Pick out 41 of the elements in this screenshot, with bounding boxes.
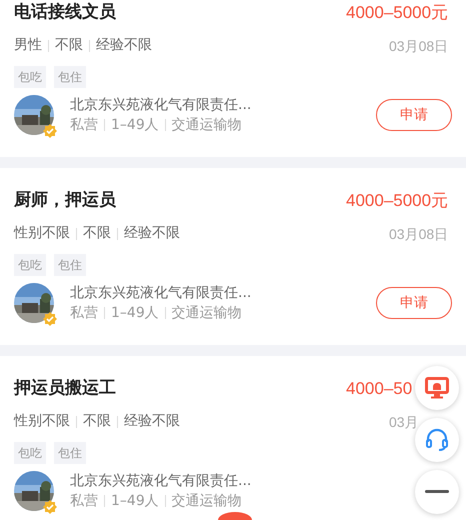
benefit-tag: 包吃 bbox=[14, 66, 46, 88]
job-title: 电话接线文员 bbox=[14, 1, 116, 24]
apply-button[interactable]: 申请 bbox=[376, 287, 452, 319]
requirement-text: 不限 bbox=[83, 412, 111, 431]
job-title: 押运员搬运工 bbox=[14, 377, 116, 400]
benefit-tag: 包住 bbox=[54, 442, 86, 464]
company-name: 北京东兴苑液化气有限责任... bbox=[70, 96, 252, 115]
size-text: 1–49人 bbox=[111, 116, 159, 135]
industry-text: 交通运输物 bbox=[172, 492, 242, 511]
requirement-text: 经验不限 bbox=[124, 224, 180, 243]
requirement-text: 经验不限 bbox=[96, 36, 152, 55]
size-text: 1–49人 bbox=[111, 492, 159, 511]
headset-icon bbox=[425, 428, 449, 452]
salary-text: 4000–5000元 bbox=[346, 3, 448, 22]
salary-text: 4000–50 bbox=[346, 379, 412, 398]
date-text: 03月08日 bbox=[389, 226, 448, 242]
requirement-text: 不限 bbox=[55, 36, 83, 55]
monitor-icon bbox=[425, 377, 449, 399]
date-text: 03月08日 bbox=[389, 38, 448, 54]
ownership-text: 私营 bbox=[70, 116, 98, 135]
company-name: 北京东兴苑液化气有限责任... bbox=[70, 284, 252, 303]
industry-text: 交通运输物 bbox=[172, 304, 242, 323]
industry-text: 交通运输物 bbox=[172, 116, 242, 135]
requirement-text: 不限 bbox=[83, 224, 111, 243]
requirement-text: 性别不限 bbox=[14, 412, 70, 431]
size-text: 1–49人 bbox=[111, 304, 159, 323]
requirement-text: 男性 bbox=[14, 36, 42, 55]
company-name: 北京东兴苑液化气有限责任... bbox=[70, 472, 252, 491]
date-text: 03月 bbox=[389, 414, 419, 430]
ownership-text: 私营 bbox=[70, 492, 98, 511]
requirement-text: 经验不限 bbox=[124, 412, 180, 431]
benefit-tag: 包吃 bbox=[14, 254, 46, 276]
requirement-text: 性别不限 bbox=[14, 224, 70, 243]
job-title: 厨师，押运员 bbox=[14, 189, 116, 212]
benefit-tag: 包吃 bbox=[14, 442, 46, 464]
salary-text: 4000–5000元 bbox=[346, 191, 448, 210]
benefit-tag: 包住 bbox=[54, 254, 86, 276]
ownership-text: 私营 bbox=[70, 304, 98, 323]
minus-icon bbox=[425, 490, 449, 494]
apply-button[interactable]: 申请 bbox=[376, 99, 452, 131]
benefit-tag: 包住 bbox=[54, 66, 86, 88]
